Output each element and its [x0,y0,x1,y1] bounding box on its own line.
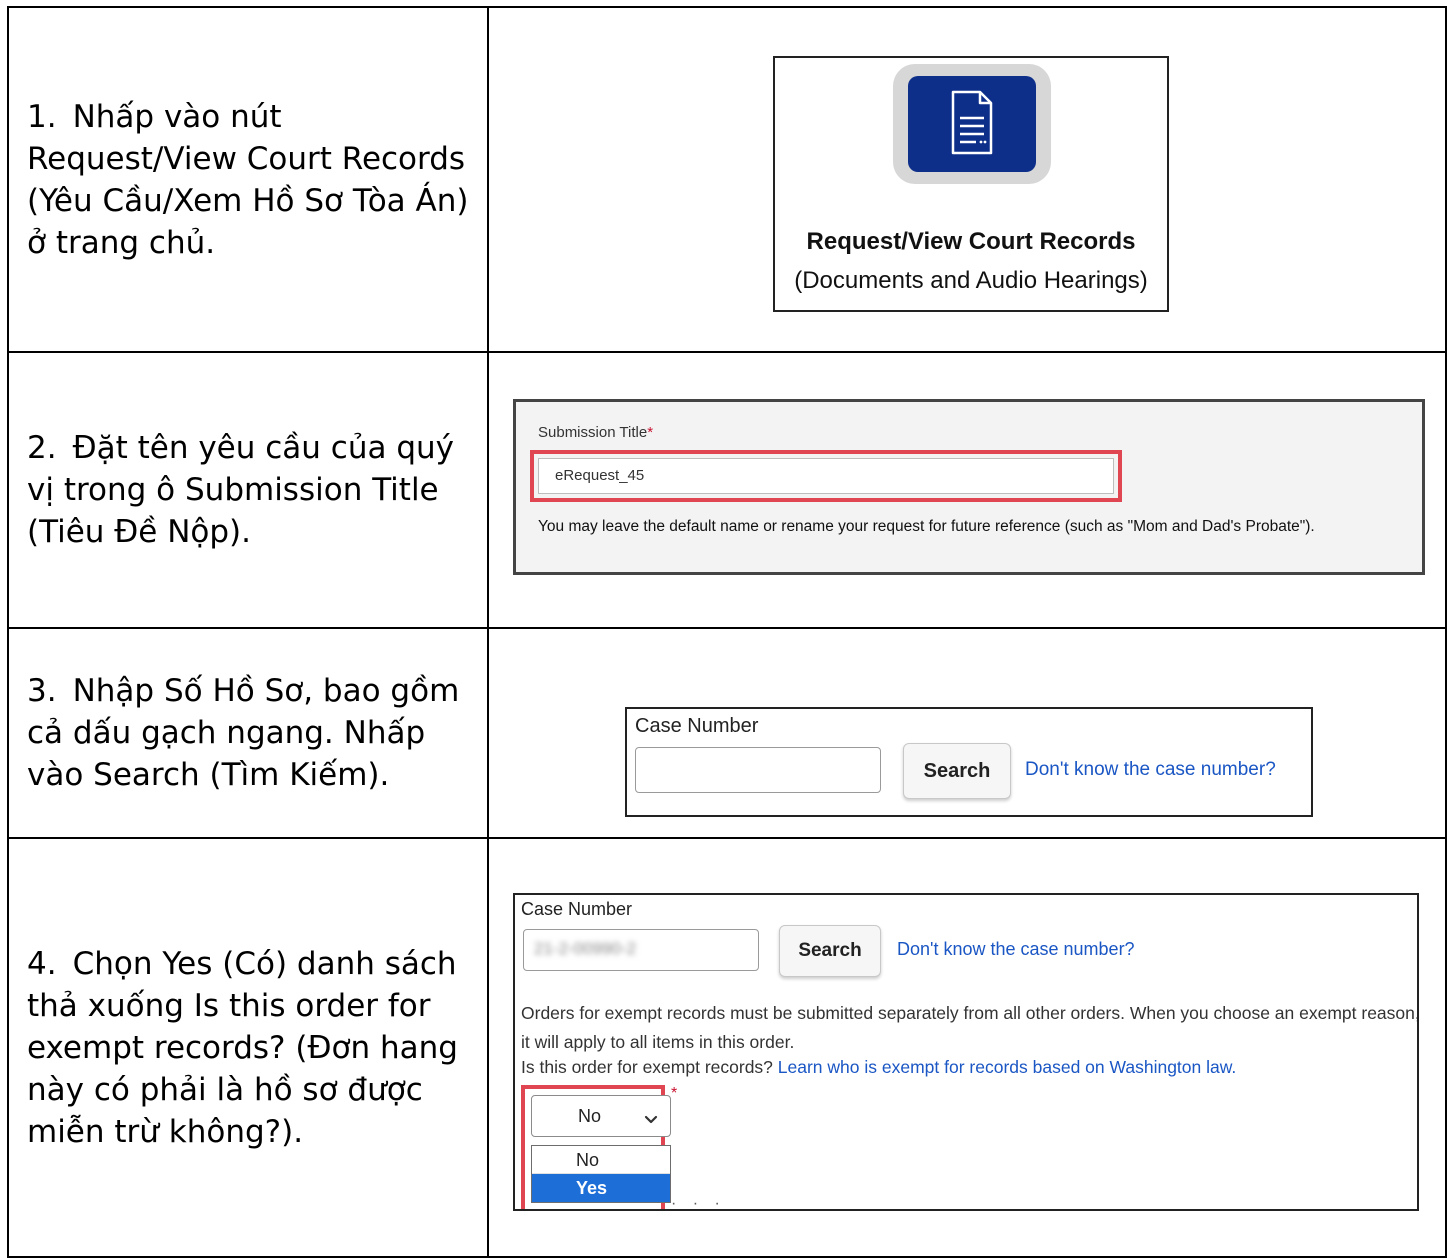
tile-title: Request/View Court Records [806,228,1136,255]
case-number-label: Case Number [521,899,633,919]
cropped-text-fragment: · · · [671,1195,726,1211]
tile-icon-background [908,76,1036,172]
step-4-text: 4. Chọn Yes (Có) danh sách thả xuống Is t… [27,943,475,1153]
step-3-text: 3. Nhập Số Hồ Sơ, bao gồm cả dấu gạch nga… [27,670,475,796]
search-button[interactable]: Search [903,743,1011,799]
tile-subtitle: (Documents and Audio Hearings) [794,267,1148,294]
chevron-down-icon [644,1112,658,1130]
dont-know-case-number-link[interactable]: Don't know the case number? [897,939,1135,960]
exempt-law-link[interactable]: Learn who is exempt for records based on… [778,1057,1237,1077]
step-4-screenshot-cell: Case Number 21-2-00990-2 Search Don't kn… [487,837,1447,1258]
step-3-screenshot-cell: Case Number Search Don't know the case n… [487,627,1447,839]
step-2-text: 2. Đặt tên yêu cầu của quý vị trong ô Sub… [27,427,475,553]
submission-title-label: Submission Title* [538,424,654,441]
step-4-cell: 4. Chọn Yes (Có) danh sách thả xuống Is t… [7,837,489,1258]
step-3-number: 3. [27,673,57,709]
exempt-records-select[interactable]: No [531,1095,671,1137]
step-1-cell: 1. Nhấp vào nút Request/View Court Record… [7,6,489,353]
step-4-instruction: Chọn Yes (Có) danh sách thả xuống Is thi… [27,945,458,1150]
step-2-cell: 2. Đặt tên yêu cầu của quý vị trong ô Sub… [7,351,489,629]
submission-title-input[interactable]: eRequest_45 [538,458,1114,494]
step-3-instruction: Nhập Số Hồ Sơ, bao gồm cả dấu gạch ngang… [27,673,460,793]
step-2-number: 2. [27,430,57,466]
step-1-text: 1. Nhấp vào nút Request/View Court Record… [27,96,475,264]
exempt-orders-note: Orders for exempt records must be submit… [521,1003,1419,1052]
case-number-panel: Case Number Search Don't know the case n… [625,707,1313,817]
case-number-input[interactable]: 21-2-00990-2 [523,929,759,971]
exempt-select-value: No [578,1106,602,1126]
required-marker: * [671,1085,678,1102]
submission-title-highlight: eRequest_45 [530,450,1122,502]
step-1-instruction: Nhấp vào nút Request/View Court Records … [27,98,469,261]
step-1-number: 1. [27,98,57,135]
tile-icon-frame [893,64,1051,184]
submission-title-panel: Submission Title* eRequest_45 You may le… [513,399,1425,575]
exempt-select-highlight: No No Yes [521,1085,671,1209]
case-number-label: Case Number [635,715,759,737]
required-marker: * [647,424,654,441]
blurred-case-number: 21-2-00990-2 [534,939,637,958]
step-1-screenshot-cell: Request/View Court Records (Documents an… [487,6,1447,353]
exempt-order-panel: Case Number 21-2-00990-2 Search Don't kn… [513,893,1419,1211]
step-2-screenshot-cell: Submission Title* eRequest_45 You may le… [487,351,1447,629]
submission-title-help: You may leave the default name or rename… [538,518,1315,535]
step-2-instruction: Đặt tên yêu cầu của quý vị trong ô Submi… [27,430,455,550]
search-button[interactable]: Search [779,925,881,977]
case-number-input[interactable] [635,747,881,793]
step-3-cell: 3. Nhập Số Hồ Sơ, bao gồm cả dấu gạch nga… [7,627,489,839]
exempt-question: Is this order for exempt records? Learn … [521,1057,1236,1078]
dont-know-case-number-link[interactable]: Don't know the case number? [1025,759,1276,781]
exempt-question-text: Is this order for exempt records? [521,1057,773,1077]
dropdown-option-yes[interactable]: Yes [532,1174,670,1202]
step-4-number: 4. [27,945,57,982]
request-records-tile[interactable]: Request/View Court Records (Documents an… [773,56,1169,312]
instructions-table: 1. Nhấp vào nút Request/View Court Record… [7,6,1447,1258]
exempt-dropdown-list: No Yes [531,1145,671,1203]
dropdown-option-no[interactable]: No [532,1146,670,1174]
